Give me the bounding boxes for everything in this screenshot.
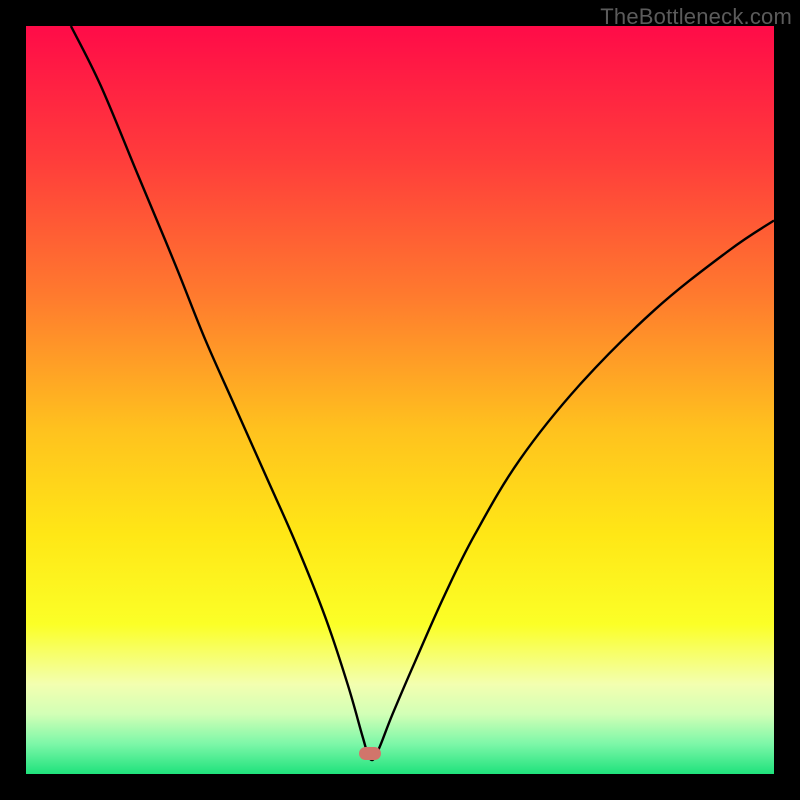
watermark-text: TheBottleneck.com	[600, 4, 792, 30]
plot-area	[26, 26, 774, 774]
curve-path	[71, 26, 774, 760]
chart-frame: TheBottleneck.com	[0, 0, 800, 800]
bottleneck-curve	[26, 26, 774, 774]
optimal-marker	[359, 747, 381, 760]
